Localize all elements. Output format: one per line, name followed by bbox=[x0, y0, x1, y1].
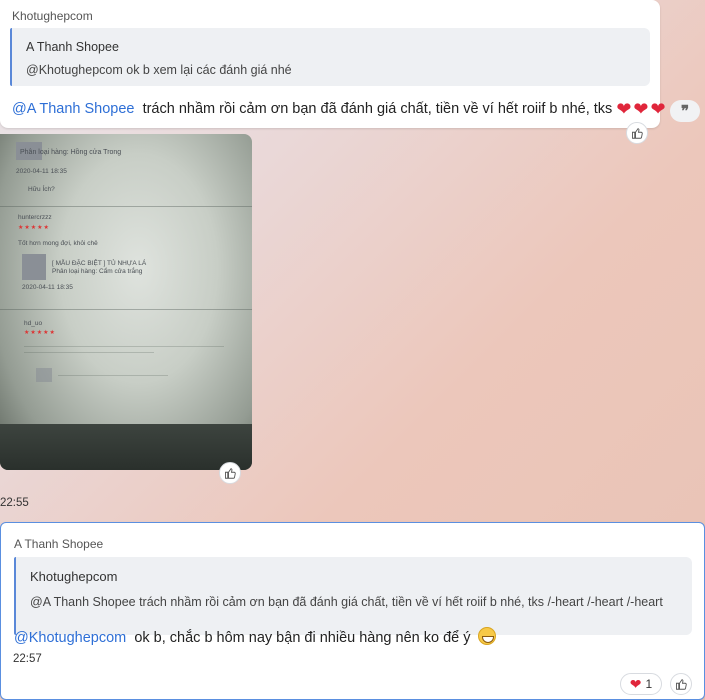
heart-emojis: ❤❤❤ bbox=[616, 99, 668, 119]
quoted-sender: A Thanh Shopee bbox=[26, 40, 119, 54]
screen-text: Phân loại hàng: Cẩm cửa trắng bbox=[52, 268, 143, 275]
screen-text: Hữu Ích? bbox=[28, 186, 55, 193]
thumbs-up-icon bbox=[632, 128, 643, 139]
message-text: @Khotughepcom ok b, chắc b hôm nay bận đ… bbox=[14, 627, 496, 646]
product-thumbnail bbox=[22, 254, 46, 280]
divider bbox=[0, 309, 252, 310]
message-body-text: ok b, chắc b hôm nay bận đi nhiều hàng n… bbox=[134, 630, 471, 646]
like-button[interactable] bbox=[219, 462, 241, 484]
sender-name: Khotughepcom bbox=[12, 9, 93, 23]
sender-name: A Thanh Shopee bbox=[14, 537, 104, 551]
timestamp: 22:55 bbox=[0, 497, 29, 509]
screen-text: 2020-04-11 18:35 bbox=[16, 168, 67, 175]
like-button[interactable] bbox=[626, 122, 648, 144]
screen-text: 2020-04-11 18:35 bbox=[22, 284, 73, 291]
mention-link[interactable]: @Khotughepcom bbox=[14, 630, 126, 646]
quoted-message[interactable]: A Thanh Shopee @Khotughepcom ok b xem lạ… bbox=[10, 28, 650, 86]
blurred-text-line bbox=[24, 352, 154, 353]
screen-text: [ MẪU ĐẶC BIỆT ] TỦ NHỰA LÁ bbox=[52, 260, 147, 267]
message-body-text: trách nhầm rồi cảm ơn bạn đã đánh giá ch… bbox=[142, 101, 613, 117]
quoted-text: @Khotughepcom ok b xem lại các đánh giá … bbox=[26, 63, 292, 77]
reaction-badge[interactable]: ❤ 1 bbox=[620, 673, 662, 695]
screen-text: hd_uo bbox=[24, 320, 43, 327]
divider bbox=[0, 206, 252, 207]
screen-text: Phân loại hàng: Hồng cửa Trong bbox=[20, 149, 122, 156]
reaction-count: 1 bbox=[645, 677, 653, 691]
screen-text: huntercrzzz bbox=[18, 214, 52, 221]
monitor-taskbar bbox=[0, 424, 252, 470]
quote-icon[interactable]: ❞ bbox=[670, 100, 700, 122]
mention-link[interactable]: @A Thanh Shopee bbox=[12, 101, 135, 117]
product-thumbnail bbox=[36, 368, 52, 382]
quoted-sender: Khotughepcom bbox=[30, 569, 118, 584]
thumbs-up-icon bbox=[225, 468, 236, 479]
blurred-text-line bbox=[24, 346, 224, 347]
screen-text: Tốt hơn mong đợi, khỏi chê bbox=[18, 240, 98, 247]
message-text: @A Thanh Shopee trách nhầm rồi cảm ơn bạ… bbox=[12, 99, 668, 120]
grin-emoji-icon bbox=[477, 627, 496, 645]
message-bubble-1[interactable]: Khotughepcom A Thanh Shopee @Khotughepco… bbox=[0, 0, 666, 128]
screen-stars: ★★★★★ bbox=[18, 225, 50, 231]
screen-stars: ★★★★★ bbox=[24, 330, 56, 336]
quoted-text: @A Thanh Shopee trách nhầm rồi cảm ơn bạ… bbox=[30, 595, 663, 609]
heart-icon: ❤ bbox=[629, 675, 642, 692]
quoted-message[interactable]: Khotughepcom @A Thanh Shopee trách nhầm … bbox=[14, 557, 692, 635]
blurred-text-line bbox=[58, 375, 168, 376]
timestamp: 22:57 bbox=[13, 653, 42, 665]
like-button[interactable] bbox=[670, 673, 692, 695]
photo-message[interactable]: Phân loại hàng: Hồng cửa Trong 2020-04-1… bbox=[0, 134, 252, 470]
message-bubble-2[interactable]: A Thanh Shopee Khotughepcom @A Thanh Sho… bbox=[0, 522, 705, 700]
thumbs-up-icon bbox=[676, 679, 687, 690]
